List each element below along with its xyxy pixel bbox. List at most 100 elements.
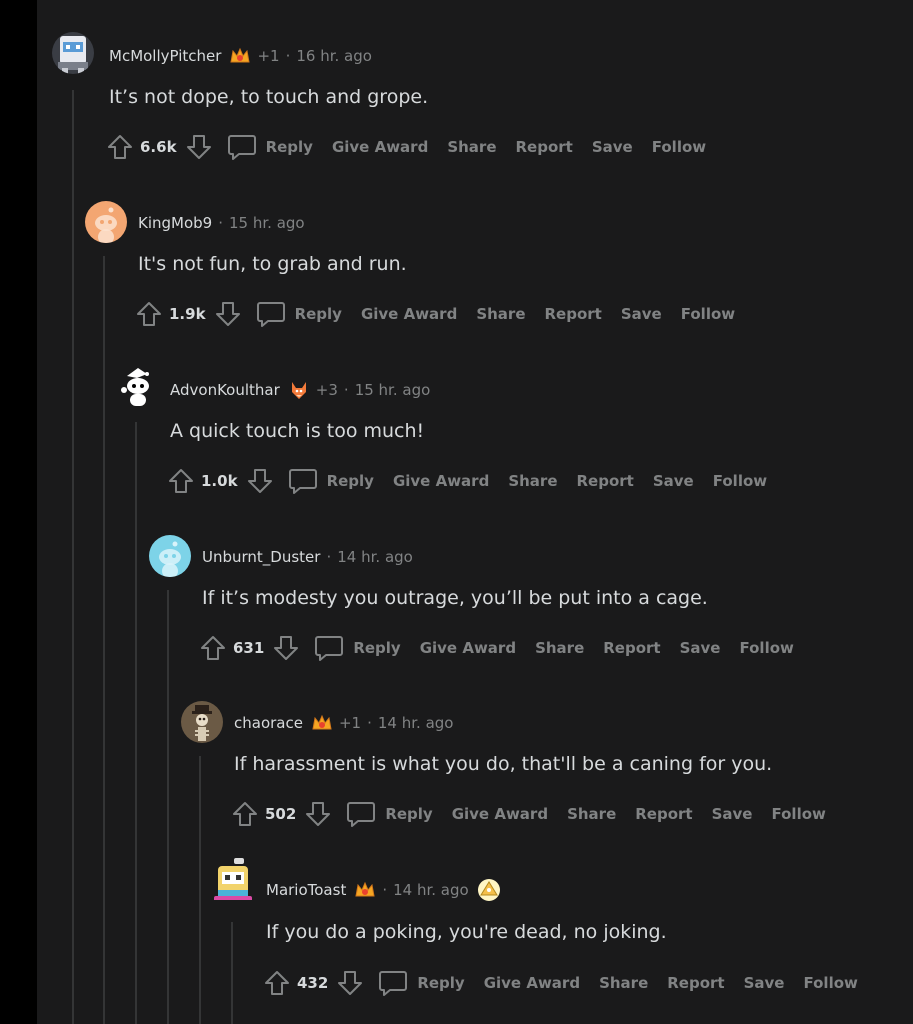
give-award-button[interactable]: Give Award — [420, 639, 516, 657]
downvote-icon[interactable] — [246, 467, 274, 495]
vote-score: 1.0k — [201, 472, 238, 490]
follow-button[interactable]: Follow — [739, 639, 793, 657]
vote-score: 502 — [265, 805, 297, 823]
thread-line-3[interactable] — [135, 422, 137, 1024]
thread-line-5[interactable] — [199, 756, 201, 1024]
upvote-icon[interactable] — [263, 969, 291, 997]
follow-button[interactable]: Follow — [652, 138, 706, 156]
timestamp[interactable]: 14 hr. ago — [378, 714, 454, 732]
comment-body: It's not fun, to grab and run. — [138, 253, 407, 275]
award-count: +1 — [257, 47, 280, 65]
timestamp[interactable]: 14 hr. ago — [393, 881, 469, 899]
downvote-icon[interactable] — [185, 133, 213, 161]
award-count: +1 — [338, 714, 362, 732]
reply-button[interactable]: Reply — [256, 300, 342, 328]
vote-score: 1.9k — [169, 305, 206, 323]
meta-separator: · — [285, 47, 291, 65]
give-award-button[interactable]: Give Award — [484, 974, 580, 992]
meta-separator: · — [367, 714, 372, 732]
downvote-icon[interactable] — [214, 300, 242, 328]
timestamp[interactable]: 16 hr. ago — [296, 47, 372, 65]
downvote-icon[interactable] — [272, 634, 300, 662]
toaster-avatar-icon[interactable] — [212, 858, 254, 900]
report-button[interactable]: Report — [577, 472, 634, 490]
give-award-button[interactable]: Give Award — [452, 805, 548, 823]
downvote-icon[interactable] — [336, 969, 364, 997]
give-award-button[interactable]: Give Award — [332, 138, 428, 156]
report-button[interactable]: Report — [603, 639, 660, 657]
downvote-icon[interactable] — [304, 800, 332, 828]
share-button[interactable]: Share — [447, 138, 496, 156]
comment-body: A quick touch is too much! — [170, 420, 425, 442]
robot-avatar-icon[interactable] — [52, 32, 94, 74]
snoo-avatar-icon[interactable] — [117, 366, 159, 408]
thread-line-2[interactable] — [103, 256, 105, 1024]
follow-button[interactable]: Follow — [681, 305, 735, 323]
reply-button[interactable]: Reply — [378, 969, 465, 997]
thread-line-4[interactable] — [167, 590, 169, 1024]
author-name[interactable]: McMollyPitcher — [109, 47, 221, 65]
give-award-button[interactable]: Give Award — [393, 472, 489, 490]
vote-score: 6.6k — [140, 138, 177, 156]
upvote-icon[interactable] — [231, 800, 259, 828]
thread-line-1[interactable] — [72, 90, 74, 1024]
author-name[interactable]: Unburnt_Duster — [202, 548, 320, 566]
reply-label: Reply — [385, 805, 433, 823]
flair-crown-icon — [229, 46, 251, 66]
award-count: +3 — [315, 381, 338, 399]
comment-actions: 1.0k Reply Give Award Share Report Save … — [167, 465, 767, 497]
author-name[interactable]: KingMob9 — [138, 214, 212, 232]
share-button[interactable]: Share — [476, 305, 525, 323]
upvote-icon[interactable] — [135, 300, 163, 328]
follow-button[interactable]: Follow — [803, 974, 857, 992]
flair-crown-icon — [354, 880, 376, 900]
follow-button[interactable]: Follow — [713, 472, 767, 490]
reply-label: Reply — [265, 138, 313, 156]
share-button[interactable]: Share — [567, 805, 616, 823]
author-name[interactable]: AdvonKoulthar — [170, 381, 280, 399]
save-button[interactable]: Save — [712, 805, 753, 823]
reply-label: Reply — [353, 639, 401, 657]
report-button[interactable]: Report — [516, 138, 573, 156]
comment-body: If you do a poking, you're dead, no joki… — [266, 921, 667, 943]
timestamp[interactable]: 14 hr. ago — [337, 548, 413, 566]
save-button[interactable]: Save — [680, 639, 721, 657]
comment-actions: 432 Reply Give Award Share Report Save F… — [263, 967, 858, 999]
reply-button[interactable]: Reply — [346, 800, 433, 828]
save-button[interactable]: Save — [744, 974, 785, 992]
upvote-icon[interactable] — [167, 467, 195, 495]
default-teal-avatar-icon[interactable] — [149, 535, 191, 577]
share-button[interactable]: Share — [599, 974, 648, 992]
share-button[interactable]: Share — [508, 472, 557, 490]
save-button[interactable]: Save — [592, 138, 633, 156]
give-award-button[interactable]: Give Award — [361, 305, 457, 323]
reply-button[interactable]: Reply — [314, 634, 401, 662]
comment-body: If harassment is what you do, that'll be… — [234, 753, 773, 775]
upvote-icon[interactable] — [106, 133, 134, 161]
reply-label: Reply — [417, 974, 465, 992]
comment-actions: 1.9k Reply Give Award Share Report Save … — [135, 298, 735, 330]
reply-button[interactable]: Reply — [288, 467, 374, 495]
report-button[interactable]: Report — [545, 305, 602, 323]
default-orange-avatar-icon[interactable] — [85, 201, 127, 243]
share-button[interactable]: Share — [535, 639, 584, 657]
meta-separator: · — [343, 381, 349, 399]
save-button[interactable]: Save — [653, 472, 694, 490]
award-pyramid-icon[interactable] — [477, 878, 501, 902]
report-button[interactable]: Report — [667, 974, 724, 992]
reply-button[interactable]: Reply — [227, 133, 313, 161]
author-name[interactable]: MarioToast — [266, 881, 346, 899]
report-button[interactable]: Report — [635, 805, 692, 823]
meta-separator: · — [326, 548, 332, 566]
author-name[interactable]: chaorace — [234, 714, 303, 732]
comment-actions: 631 Reply Give Award Share Report Save F… — [199, 632, 794, 664]
upvote-icon[interactable] — [199, 634, 227, 662]
skeleton-avatar-icon[interactable] — [181, 701, 223, 743]
thread-line-6[interactable] — [231, 922, 233, 1024]
save-button[interactable]: Save — [621, 305, 662, 323]
timestamp[interactable]: 15 hr. ago — [355, 381, 431, 399]
comment-body: If it’s modesty you outrage, you’ll be p… — [202, 587, 708, 609]
timestamp[interactable]: 15 hr. ago — [229, 214, 305, 232]
follow-button[interactable]: Follow — [771, 805, 825, 823]
flair-fox-icon — [288, 379, 310, 401]
